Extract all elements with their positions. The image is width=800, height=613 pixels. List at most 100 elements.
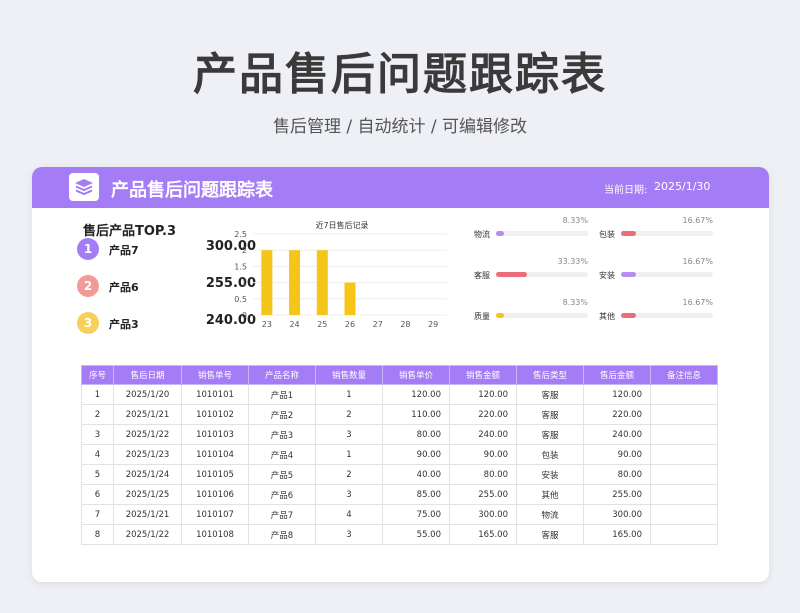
table-cell[interactable]: 240.00 <box>583 424 651 445</box>
table-row[interactable]: 7 2025/1/21 1010107 产品7 4 75.00 300.00 物流 300.00 <box>81 504 718 525</box>
table-cell[interactable]: 1010104 <box>181 444 249 465</box>
table-cell[interactable] <box>650 444 718 465</box>
table-cell[interactable]: 85.00 <box>382 484 450 505</box>
table-row[interactable]: 2 2025/1/21 1010102 产品2 2 110.00 220.00 客服 220.0… <box>81 404 718 425</box>
table-cell[interactable]: 1010106 <box>181 484 249 505</box>
table-row[interactable]: 1 2025/1/20 1010101 产品1 1 120.00 120.00 客服 120.0… <box>81 384 718 405</box>
table-cell[interactable]: 2025/1/20 <box>113 384 182 405</box>
table-cell[interactable]: 240.00 <box>449 424 517 445</box>
table-cell[interactable]: 255.00 <box>449 484 517 505</box>
table-cell[interactable]: 8 <box>81 524 114 545</box>
table-cell[interactable]: 5 <box>81 464 114 485</box>
table-cell[interactable]: 1010105 <box>181 464 249 485</box>
table-cell[interactable]: 2025/1/22 <box>113 424 182 445</box>
table-cell[interactable]: 其他 <box>516 484 584 505</box>
table-cell[interactable]: 80.00 <box>583 464 651 485</box>
table-cell[interactable]: 80.00 <box>449 464 517 485</box>
table-cell[interactable]: 2 <box>315 464 383 485</box>
table-cell[interactable]: 300.00 <box>583 504 651 525</box>
table-cell[interactable]: 客服 <box>516 404 584 425</box>
table-cell[interactable]: 300.00 <box>449 504 517 525</box>
table-cell[interactable]: 4 <box>315 504 383 525</box>
table-cell[interactable]: 1010107 <box>181 504 249 525</box>
table-cell[interactable]: 255.00 <box>583 484 651 505</box>
table-cell[interactable]: 90.00 <box>382 444 450 465</box>
table-cell[interactable]: 包装 <box>516 444 584 465</box>
table-cell[interactable]: 2025/1/25 <box>113 484 182 505</box>
table-cell[interactable]: 产品7 <box>248 504 316 525</box>
table-row[interactable]: 5 2025/1/24 1010105 产品5 2 40.00 80.00 安装 80.00 <box>81 464 718 485</box>
table-cell[interactable]: 6 <box>81 484 114 505</box>
table-cell[interactable]: 220.00 <box>583 404 651 425</box>
table-cell[interactable]: 1 <box>315 384 383 405</box>
table-row[interactable]: 3 2025/1/22 1010103 产品3 3 80.00 240.00 客服 240.00 <box>81 424 718 445</box>
column-header[interactable]: 产品名称 <box>248 365 316 385</box>
column-header[interactable]: 销售单价 <box>382 365 450 385</box>
table-cell[interactable]: 3 <box>315 424 383 445</box>
table-cell[interactable]: 75.00 <box>382 504 450 525</box>
bar[interactable] <box>289 250 301 315</box>
bar[interactable] <box>261 250 273 315</box>
table-cell[interactable]: 产品3 <box>248 424 316 445</box>
table-cell[interactable]: 产品1 <box>248 384 316 405</box>
table-cell[interactable]: 产品4 <box>248 444 316 465</box>
table-cell[interactable]: 2025/1/21 <box>113 504 182 525</box>
table-cell[interactable]: 客服 <box>516 384 584 405</box>
table-cell[interactable]: 1010103 <box>181 424 249 445</box>
table-cell[interactable]: 7 <box>81 504 114 525</box>
table-cell[interactable]: 3 <box>315 524 383 545</box>
column-header[interactable]: 销售单号 <box>181 365 249 385</box>
bar[interactable] <box>316 250 328 315</box>
column-header[interactable]: 销售数量 <box>315 365 383 385</box>
table-row[interactable]: 6 2025/1/25 1010106 产品6 3 85.00 255.00 其他 255.00 <box>81 484 718 505</box>
table-cell[interactable] <box>650 504 718 525</box>
column-header[interactable]: 序号 <box>81 365 114 385</box>
table-cell[interactable]: 40.00 <box>382 464 450 485</box>
bar[interactable] <box>344 282 356 315</box>
table-cell[interactable]: 3 <box>315 484 383 505</box>
column-header[interactable]: 备注信息 <box>650 365 718 385</box>
table-cell[interactable]: 客服 <box>516 524 584 545</box>
table-cell[interactable]: 80.00 <box>382 424 450 445</box>
table-cell[interactable]: 产品6 <box>248 484 316 505</box>
table-cell[interactable]: 90.00 <box>449 444 517 465</box>
table-cell[interactable]: 90.00 <box>583 444 651 465</box>
table-cell[interactable]: 2 <box>315 404 383 425</box>
table-cell[interactable]: 2025/1/22 <box>113 524 182 545</box>
column-header[interactable]: 售后日期 <box>113 365 182 385</box>
table-cell[interactable] <box>650 404 718 425</box>
table-cell[interactable]: 客服 <box>516 424 584 445</box>
table-cell[interactable]: 2 <box>81 404 114 425</box>
table-row[interactable]: 4 2025/1/23 1010104 产品4 1 90.00 90.00 包装 90.00 <box>81 444 718 465</box>
column-header[interactable]: 售后金额 <box>583 365 651 385</box>
table-cell[interactable] <box>650 484 718 505</box>
table-cell[interactable]: 3 <box>81 424 114 445</box>
table-cell[interactable]: 1 <box>81 384 114 405</box>
table-cell[interactable]: 1010102 <box>181 404 249 425</box>
table-cell[interactable]: 产品5 <box>248 464 316 485</box>
table-cell[interactable] <box>650 424 718 445</box>
table-cell[interactable]: 220.00 <box>449 404 517 425</box>
column-header[interactable]: 售后类型 <box>516 365 584 385</box>
table-cell[interactable]: 4 <box>81 444 114 465</box>
table-cell[interactable]: 120.00 <box>449 384 517 405</box>
table-cell[interactable] <box>650 524 718 545</box>
table-cell[interactable]: 1010101 <box>181 384 249 405</box>
table-cell[interactable]: 110.00 <box>382 404 450 425</box>
table-cell[interactable]: 安装 <box>516 464 584 485</box>
table-cell[interactable]: 165.00 <box>449 524 517 545</box>
table-cell[interactable]: 1 <box>315 444 383 465</box>
table-cell[interactable]: 产品2 <box>248 404 316 425</box>
table-cell[interactable]: 120.00 <box>382 384 450 405</box>
table-cell[interactable]: 120.00 <box>583 384 651 405</box>
table-row[interactable]: 8 2025/1/22 1010108 产品8 3 55.00 165.00 客服 165.00 <box>81 524 718 545</box>
table-cell[interactable]: 55.00 <box>382 524 450 545</box>
table-cell[interactable]: 1010108 <box>181 524 249 545</box>
table-cell[interactable] <box>650 384 718 405</box>
table-cell[interactable]: 165.00 <box>583 524 651 545</box>
column-header[interactable]: 销售金额 <box>449 365 517 385</box>
table-cell[interactable]: 2025/1/24 <box>113 464 182 485</box>
table-cell[interactable]: 产品8 <box>248 524 316 545</box>
table-cell[interactable]: 2025/1/23 <box>113 444 182 465</box>
table-cell[interactable]: 2025/1/21 <box>113 404 182 425</box>
